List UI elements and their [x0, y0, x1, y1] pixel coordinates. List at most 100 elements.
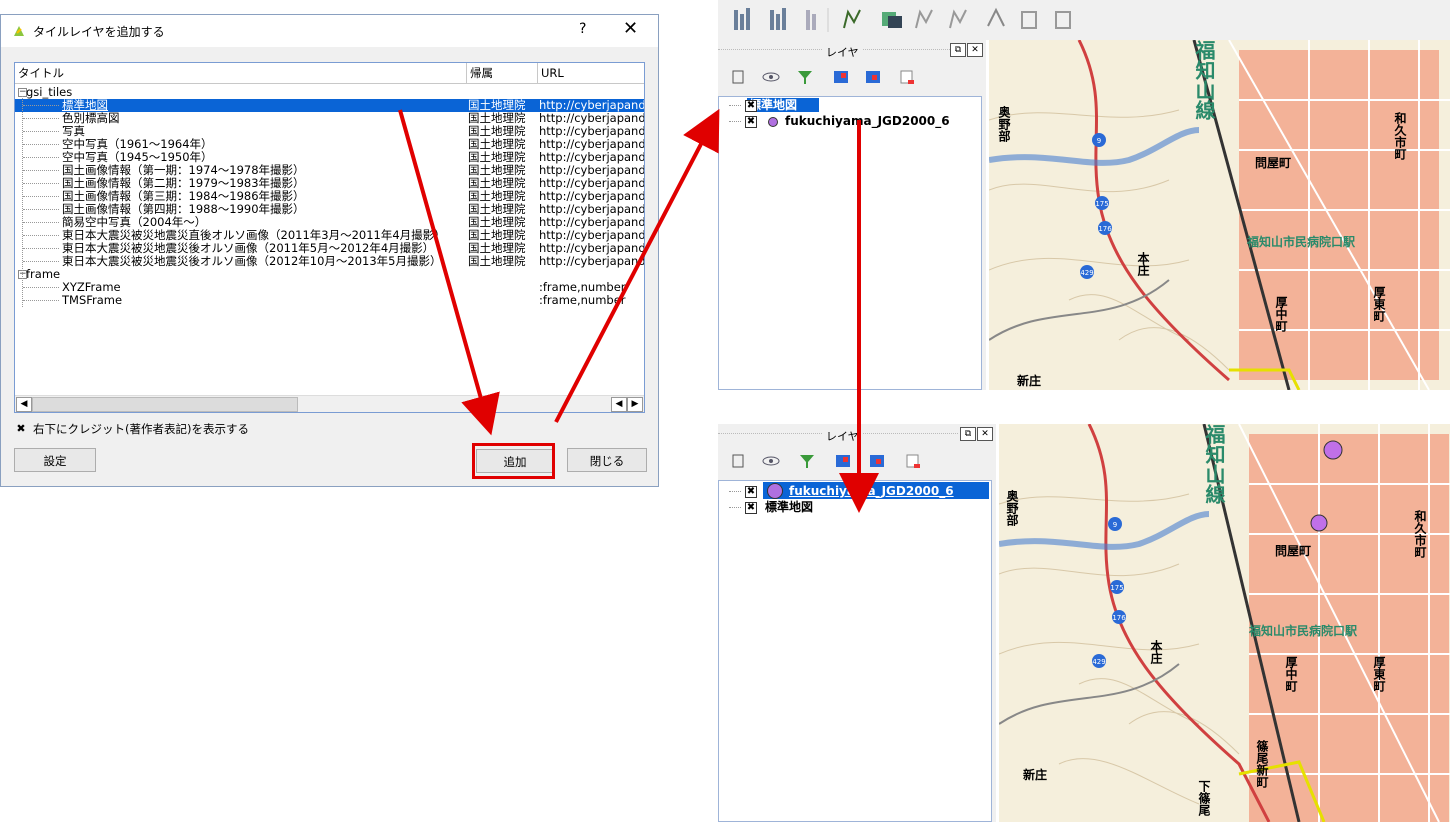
map-label-shinoo: 篠尾新町: [1255, 740, 1269, 788]
tree-connector: [729, 507, 741, 508]
row-owner: 国土地理院: [468, 138, 526, 151]
open-layer-styling-icon[interactable]: [730, 68, 748, 86]
remove-layer-icon[interactable]: [898, 68, 916, 86]
settings-button[interactable]: 設定: [14, 448, 96, 472]
layers-panel-title: レイヤ: [822, 44, 863, 60]
tree-row[interactable]: 国土画像情報（第一期：1974～1978年撮影） 国土地理院 http://cybe…: [15, 164, 644, 177]
tree-row[interactable]: 東日本大震災被災地震災直後オルソ画像（2011年3月～2011年4月撮影） 国土地…: [15, 229, 644, 242]
row-owner: 国土地理院: [468, 216, 526, 229]
close-panel-icon[interactable]: ✕: [977, 427, 993, 441]
row-owner: 国土地理院: [468, 99, 526, 112]
map-label-atsuhigashi: 厚東町: [1372, 286, 1386, 322]
scroll-thumb[interactable]: [32, 397, 298, 412]
tree-row[interactable]: 簡易空中写真（2004年～） 国土地理院 http://cyberjapand: [15, 216, 644, 229]
credit-checkbox[interactable]: ✖: [15, 423, 27, 435]
map-canvas-bottom[interactable]: 9 175 176 429 福知山線 奥野部 問屋町 和久市町 福知山市民病院口…: [999, 424, 1450, 822]
tree-row[interactable]: 色別標高図 国土地理院 http://cyberjapand: [15, 112, 644, 125]
tree-connector: [23, 196, 59, 197]
row-url: http://cyberjapand: [539, 138, 644, 151]
column-header-url[interactable]: URL: [538, 63, 644, 83]
layer-item-standard-map[interactable]: 標準地図: [765, 500, 813, 514]
float-panel-icon[interactable]: ⧉: [960, 427, 976, 441]
row-title: 簡易空中写真（2004年～）: [62, 216, 207, 229]
collapse-all-icon[interactable]: [864, 68, 882, 86]
expand-all-icon[interactable]: [834, 452, 852, 470]
map-label-motojo: 本庄: [1136, 252, 1150, 276]
layer-list-bottom[interactable]: ✖ fukuchiyama_JGD2000_6 ✖ 標準地図: [718, 480, 992, 822]
map-label-shinjo: 新庄: [1017, 374, 1042, 388]
visibility-eye-icon[interactable]: [762, 68, 780, 86]
tree-connector: [23, 261, 59, 262]
row-title: 空中写真（1961～1964年）: [62, 138, 213, 151]
row-url: http://cyberjapand: [539, 190, 644, 203]
row-url: http://cyberjapand: [539, 229, 644, 242]
tree-group-row[interactable]: − gsi_tiles: [15, 86, 644, 99]
layer-visibility-checkbox[interactable]: ✖: [745, 502, 757, 514]
tree-row[interactable]: 空中写真（1945～1950年） 国土地理院 http://cyberjapand: [15, 151, 644, 164]
tree-connector: [729, 491, 741, 492]
scroll-left-icon[interactable]: ◀: [16, 397, 32, 412]
scroll-left-icon-2[interactable]: ◀: [611, 397, 627, 412]
route-label: 9: [1097, 137, 1101, 145]
column-header-owner[interactable]: 帰属: [467, 63, 538, 83]
filter-icon[interactable]: [796, 68, 814, 86]
close-icon[interactable]: ✕: [623, 18, 638, 39]
map-label-atsuhigashi: 厚東町: [1372, 656, 1386, 692]
layer-item-standard-map[interactable]: 標準地図: [747, 98, 819, 112]
row-url: http://cyberjapand: [539, 125, 644, 138]
close-button[interactable]: 閉じる: [567, 448, 647, 472]
tree-connector: [23, 183, 59, 184]
route-label: 429: [1092, 658, 1105, 666]
tree-row[interactable]: 国土画像情報（第四期：1988～1990年撮影） 国土地理院 http://cybe…: [15, 203, 644, 216]
row-title: 国土画像情報（第二期：1979～1983年撮影）: [62, 177, 305, 190]
layer-visibility-checkbox[interactable]: ✖: [745, 116, 757, 128]
help-button[interactable]: ?: [579, 21, 586, 37]
tree-connector: [23, 144, 59, 145]
filter-icon[interactable]: [798, 452, 816, 470]
tree-row[interactable]: XYZFrame:frame,number: [15, 281, 644, 294]
tree-connector: [23, 118, 59, 119]
row-url: http://cyberjapand: [539, 112, 644, 125]
horizontal-scrollbar[interactable]: ◀ ◀ ▶: [15, 395, 644, 412]
float-panel-icon[interactable]: ⧉: [950, 43, 966, 57]
map-canvas-top[interactable]: 9 175 176 429 福知山線 奥野部 問屋町 和久市町 福知山市民病院口…: [989, 40, 1450, 390]
layer-visibility-checkbox[interactable]: ✖: [745, 100, 757, 112]
row-title: 東日本大震災被災地震災後オルソ画像（2011年5月～2012年4月撮影）: [62, 242, 435, 255]
collapse-all-icon[interactable]: [868, 452, 886, 470]
layers-panel-title: レイヤ: [822, 428, 863, 444]
row-owner: 国土地理院: [468, 151, 526, 164]
tree-row[interactable]: 東日本大震災被災地震災後オルソ画像（2011年5月～2012年4月撮影） 国土地理…: [15, 242, 644, 255]
tree-row[interactable]: 標準地図 国土地理院 http://cyberjapand: [15, 99, 644, 112]
column-header-title[interactable]: タイトル: [15, 63, 467, 83]
point-symbol-icon: [768, 117, 778, 127]
tile-layer-tree[interactable]: タイトル 帰属 URL − gsi_tiles 標準地図 国土地理院 http://cy…: [14, 62, 645, 413]
open-layer-styling-icon[interactable]: [730, 452, 748, 470]
remove-layer-icon[interactable]: [904, 452, 922, 470]
close-panel-icon[interactable]: ✕: [967, 43, 983, 57]
layer-visibility-checkbox[interactable]: ✖: [745, 486, 757, 498]
scroll-right-icon[interactable]: ▶: [627, 397, 643, 412]
tree-row[interactable]: 空中写真（1961～1964年） 国土地理院 http://cyberjapand: [15, 138, 644, 151]
tree-row[interactable]: 国土画像情報（第三期：1984～1986年撮影） 国土地理院 http://cybe…: [15, 190, 644, 203]
tree-connector: [729, 105, 741, 106]
expand-all-icon[interactable]: [832, 68, 850, 86]
layer-item-fukuchiyama[interactable]: fukuchiyama_JGD2000_6: [789, 484, 954, 498]
tree-group-row[interactable]: − frame: [15, 268, 644, 281]
tree-connector: [23, 287, 59, 288]
tree-connector: [23, 131, 59, 132]
tree-row[interactable]: 東日本大震災被災地震災後オルソ画像（2012年10月～2013年5月撮影） 国土地…: [15, 255, 644, 268]
row-title: 写真: [62, 125, 85, 138]
layer-item-fukuchiyama[interactable]: fukuchiyama_JGD2000_6: [785, 114, 950, 128]
row-title: 東日本大震災被災地震災後オルソ画像（2012年10月～2013年5月撮影）: [62, 255, 442, 268]
map-label-waku: 和久市町: [1393, 112, 1407, 160]
row-title: 国土画像情報（第三期：1984～1986年撮影）: [62, 190, 305, 203]
tree-header: タイトル 帰属 URL: [15, 63, 644, 84]
dialog-titlebar: タイルレイヤを追加する ? ✕: [1, 15, 658, 47]
visibility-eye-icon[interactable]: [762, 452, 780, 470]
layer-list-top[interactable]: 標準地図 ✖ ✖ fukuchiyama_JGD2000_6: [718, 96, 982, 390]
tree-row[interactable]: 国土画像情報（第二期：1979～1983年撮影） 国土地理院 http://cybe…: [15, 177, 644, 190]
tree-row[interactable]: 写真 国土地理院 http://cyberjapand: [15, 125, 644, 138]
tree-row[interactable]: TMSFrame:frame,number: [15, 294, 644, 307]
map-label-okuno: 奥野部: [1005, 490, 1019, 526]
row-title: 国土画像情報（第一期：1974～1978年撮影）: [62, 164, 305, 177]
